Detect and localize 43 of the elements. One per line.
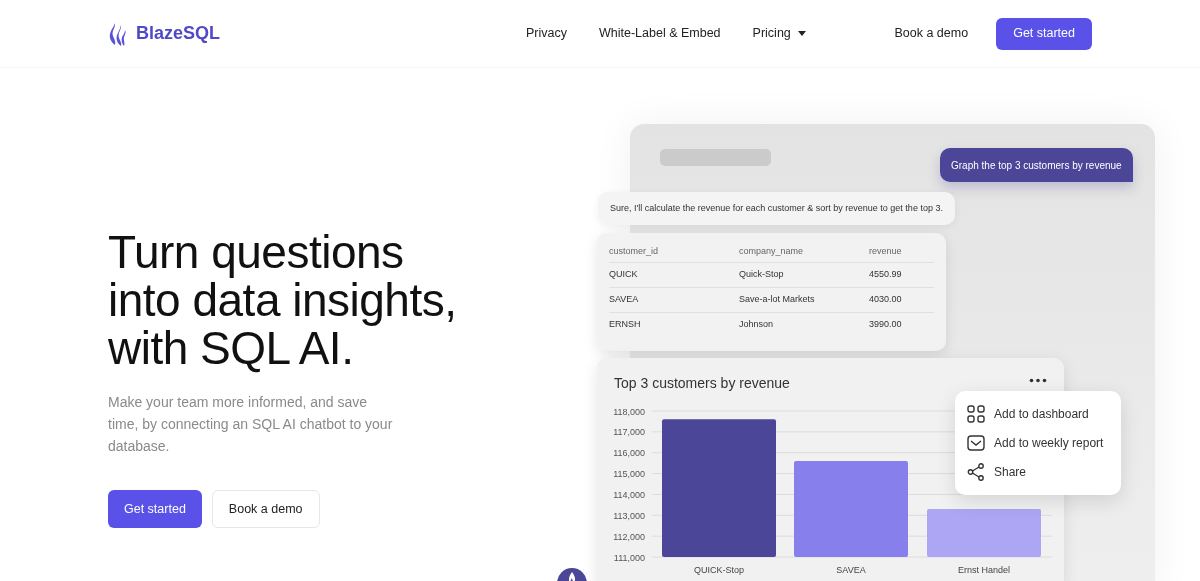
more-options-icon[interactable] <box>1029 378 1047 383</box>
x-axis-label: Ernst Handel <box>958 565 1010 575</box>
hero-heading: Turn questions into data insights, with SQL AI. <box>108 228 458 372</box>
user-message: Graph the top 3 customers by revenue <box>940 148 1133 182</box>
table-cell: 4550.99 <box>869 268 902 279</box>
menu-item[interactable]: Share <box>955 457 1121 487</box>
table-cell: SAVEA <box>609 293 639 304</box>
table-cell: 4030.00 <box>869 293 902 304</box>
book-demo-link[interactable]: Book a demo <box>894 24 969 43</box>
y-axis-label: 112,000 <box>613 531 645 542</box>
x-axis-label: SAVEA <box>836 565 866 575</box>
y-axis-label: 115,000 <box>613 469 645 480</box>
nav-link[interactable]: Pricing <box>752 24 806 43</box>
y-axis-label: 114,000 <box>613 489 645 500</box>
get-started-button[interactable]: Get started <box>108 490 202 528</box>
y-axis-label: 113,000 <box>613 510 645 521</box>
y-axis-label: 116,000 <box>613 448 645 459</box>
y-axis-label: 117,000 <box>613 427 645 438</box>
get-started-button[interactable]: Get started <box>996 17 1092 50</box>
y-axis-label: 118,000 <box>613 406 645 417</box>
table-cell: ERNSH <box>609 319 641 329</box>
y-axis-label: 111,000 <box>613 552 645 563</box>
table-cell: 3990.00 <box>869 319 902 329</box>
logo-text[interactable]: BlazeSQL <box>136 20 221 47</box>
table-cell: Save-a-lot Markets <box>739 293 815 304</box>
column-header: revenue <box>869 246 902 256</box>
column-header: company_name <box>739 246 804 256</box>
bot-message: Sure, I'll calculate the revenue for each customer & sort by revenue to get the top 3. <box>598 192 955 225</box>
column-header: customer_id <box>609 246 659 256</box>
book-demo-button[interactable]: Book a demo <box>211 490 320 528</box>
hero-subtitle: Make your team more informed, and save time, by connecting an SQL AI chatbot to your database. <box>108 393 394 456</box>
grid-icon <box>967 404 985 423</box>
table-cell: QUICK <box>609 268 638 279</box>
menu-item[interactable]: Add to dashboard <box>955 399 1121 429</box>
table-cell: Quick-Stop <box>739 268 784 279</box>
table-cell: Johnson <box>739 319 774 329</box>
mail-icon <box>967 434 985 452</box>
nav-link[interactable]: White-Label & Embed <box>599 24 721 43</box>
nav-link[interactable]: Privacy <box>526 24 567 43</box>
menu-item[interactable]: Add to weekly report <box>955 428 1121 458</box>
share-icon <box>967 463 985 482</box>
chart-title: Top 3 customers by revenue <box>614 374 790 393</box>
x-axis-label: QUICK-Stop <box>694 565 744 575</box>
